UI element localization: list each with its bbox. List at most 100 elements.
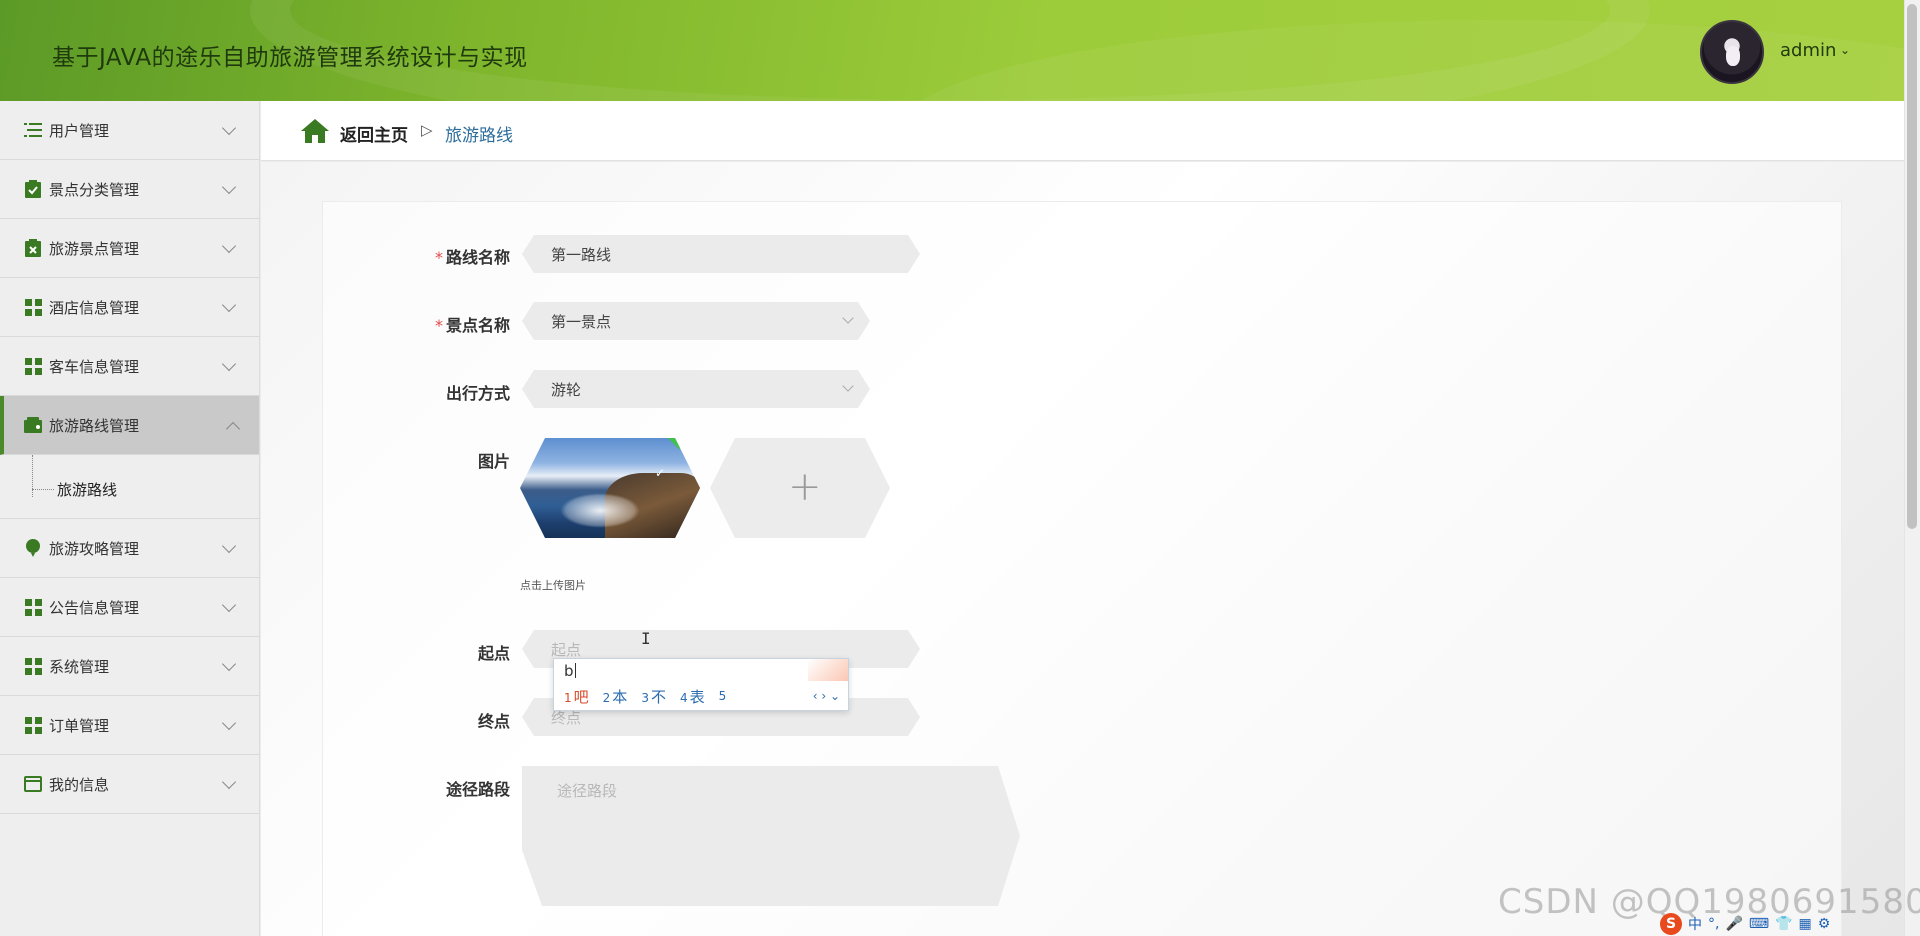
chevron-up-icon [225, 421, 241, 437]
route-name-value: 第一路线 [551, 246, 612, 264]
ime-page-nav[interactable]: ‹ › ⌄ [813, 689, 840, 703]
sidebar-item-system[interactable]: 系统管理 [0, 637, 259, 696]
chevron-down-icon[interactable]: ⌄ [1840, 43, 1850, 57]
sidebar-item-label: 旅游攻略管理 [49, 539, 140, 558]
start-placeholder: 起点 [551, 641, 582, 659]
start-label: 起点 [477, 644, 510, 663]
chevron-down-icon [221, 297, 237, 313]
ime-tray: S 中 °, 🎤 ⌨ 👕 ▦ ⚙ [1660, 912, 1910, 936]
sidebar-item-notices[interactable]: 公告信息管理 [0, 578, 259, 637]
wallet-icon [24, 416, 42, 434]
waypoints-placeholder: 途径路段 [557, 782, 618, 800]
waypoints-label: 途径路段 [445, 780, 510, 799]
sidebar-item-label: 景点分类管理 [49, 180, 140, 199]
grid-icon [24, 298, 42, 316]
grid-icon [24, 598, 42, 616]
ime-candidate[interactable]: 5 [719, 686, 729, 707]
sidebar-item-scenic-spots[interactable]: 旅游景点管理 [0, 219, 259, 278]
app-title: 基于JAVA的途乐自助旅游管理系统设计与实现 [52, 45, 528, 71]
sidebar-item-bus[interactable]: 客车信息管理 [0, 337, 259, 396]
grid-icon [24, 657, 42, 675]
breadcrumb-current: 旅游路线 [445, 126, 513, 146]
list-icon [24, 121, 42, 139]
chevron-down-icon [221, 179, 237, 195]
sidebar-item-route-management[interactable]: 旅游路线管理 [0, 396, 259, 455]
upload-tip: 点击上传图片 [520, 579, 586, 592]
ime-candidate-popup[interactable]: b 1吧 2本 3不 4表 5 ‹ › ⌄ [553, 658, 849, 711]
skin-icon[interactable]: 👕 [1775, 916, 1792, 932]
sidebar-item-guides[interactable]: 旅游攻略管理 [0, 519, 259, 578]
settings-icon[interactable]: ⚙ [1818, 916, 1831, 932]
sidebar-item-label: 旅游景点管理 [49, 239, 140, 258]
sidebar-item-orders[interactable]: 订单管理 [0, 696, 259, 755]
ime-candidate[interactable]: 4表 [680, 686, 705, 707]
sidebar-item-label: 旅游路线管理 [49, 416, 140, 435]
ime-candidates: 1吧 2本 3不 4表 5 [564, 686, 728, 707]
chevron-down-icon [842, 380, 853, 391]
chevron-down-icon [842, 312, 853, 323]
chevron-down-icon [221, 238, 237, 254]
sidebar-item-label: 酒店信息管理 [49, 298, 140, 317]
waypoints-textarea[interactable]: 途径路段 [522, 766, 1020, 906]
travel-mode-select[interactable]: 游轮 [522, 370, 870, 408]
sogou-logo-icon: S [1660, 913, 1682, 935]
grid-icon [24, 357, 42, 375]
spot-name-select[interactable]: 第一景点 [522, 302, 870, 340]
sidebar-item-label: 客车信息管理 [49, 357, 140, 376]
home-icon[interactable] [301, 119, 329, 143]
sidebar-subitem-label: 旅游路线 [57, 481, 118, 499]
sidebar-item-hotel[interactable]: 酒店信息管理 [0, 278, 259, 337]
text-cursor-icon: I [641, 629, 651, 648]
sidebar-item-spot-category[interactable]: 景点分类管理 [0, 160, 259, 219]
clipboard-check-icon [24, 180, 42, 198]
grid-tool-icon[interactable]: ▦ [1799, 916, 1812, 932]
keyboard-icon[interactable]: ⌨ [1749, 916, 1769, 932]
route-name-input[interactable]: 第一路线 [522, 235, 920, 273]
ime-candidate[interactable]: 2本 [603, 686, 628, 707]
spot-name-label: * 景点名称 [434, 316, 510, 335]
sidebar-item-my-info[interactable]: 我的信息 [0, 755, 259, 814]
travel-mode-value: 游轮 [551, 381, 582, 399]
chevron-down-icon [221, 774, 237, 790]
user-menu-name[interactable]: admin [1780, 40, 1836, 61]
balloon-icon [24, 539, 42, 557]
add-image-button[interactable]: + [710, 438, 890, 538]
ime-punct-indicator[interactable]: °, [1708, 916, 1719, 932]
app-header: 基于JAVA的途乐自助旅游管理系统设计与实现 admin ⌄ [0, 0, 1904, 101]
scrollbar-thumb[interactable] [1907, 4, 1917, 529]
card-icon [24, 775, 42, 793]
chevron-down-icon [221, 538, 237, 554]
spot-name-value: 第一景点 [551, 313, 612, 331]
check-icon: ✓ [655, 466, 666, 480]
breadcrumb: 返回主页 ▷ 旅游路线 [261, 101, 1904, 161]
microphone-icon[interactable]: 🎤 [1725, 916, 1742, 932]
sidebar-item-label: 我的信息 [49, 775, 110, 794]
chevron-down-icon [221, 715, 237, 731]
route-name-label: * 路线名称 [434, 248, 510, 267]
chevron-down-icon [221, 356, 237, 372]
sidebar: 用户管理 景点分类管理 旅游景点管理 酒店信息管理 客车信息管理 旅游路线管理 [0, 101, 260, 936]
plus-icon: + [788, 464, 822, 510]
avatar[interactable] [1700, 20, 1764, 84]
grid-icon [24, 716, 42, 734]
sidebar-item-label: 订单管理 [49, 716, 110, 735]
uploaded-image-thumbnail[interactable]: ✓ [520, 438, 700, 538]
chevron-down-icon [221, 656, 237, 672]
ime-composition: b [564, 662, 574, 680]
sidebar-item-label: 系统管理 [49, 657, 110, 676]
sidebar-item-user-management[interactable]: 用户管理 [0, 101, 259, 160]
breadcrumb-separator: ▷ [421, 121, 433, 139]
sidebar-item-label: 用户管理 [49, 121, 110, 140]
image-label: 图片 [477, 452, 510, 471]
ime-candidate[interactable]: 1吧 [564, 686, 589, 707]
ime-lang-indicator[interactable]: 中 [1688, 914, 1702, 934]
ime-candidate[interactable]: 3不 [641, 686, 666, 707]
breadcrumb-home-link[interactable]: 返回主页 [340, 121, 408, 146]
end-label: 终点 [477, 712, 510, 731]
clipboard-x-icon [24, 239, 42, 257]
sidebar-item-label: 公告信息管理 [49, 598, 140, 617]
sidebar-subitem-route[interactable]: 旅游路线 [0, 455, 259, 519]
chevron-down-icon [221, 597, 237, 613]
travel-mode-label: 出行方式 [445, 384, 510, 403]
chevron-down-icon [221, 120, 237, 136]
